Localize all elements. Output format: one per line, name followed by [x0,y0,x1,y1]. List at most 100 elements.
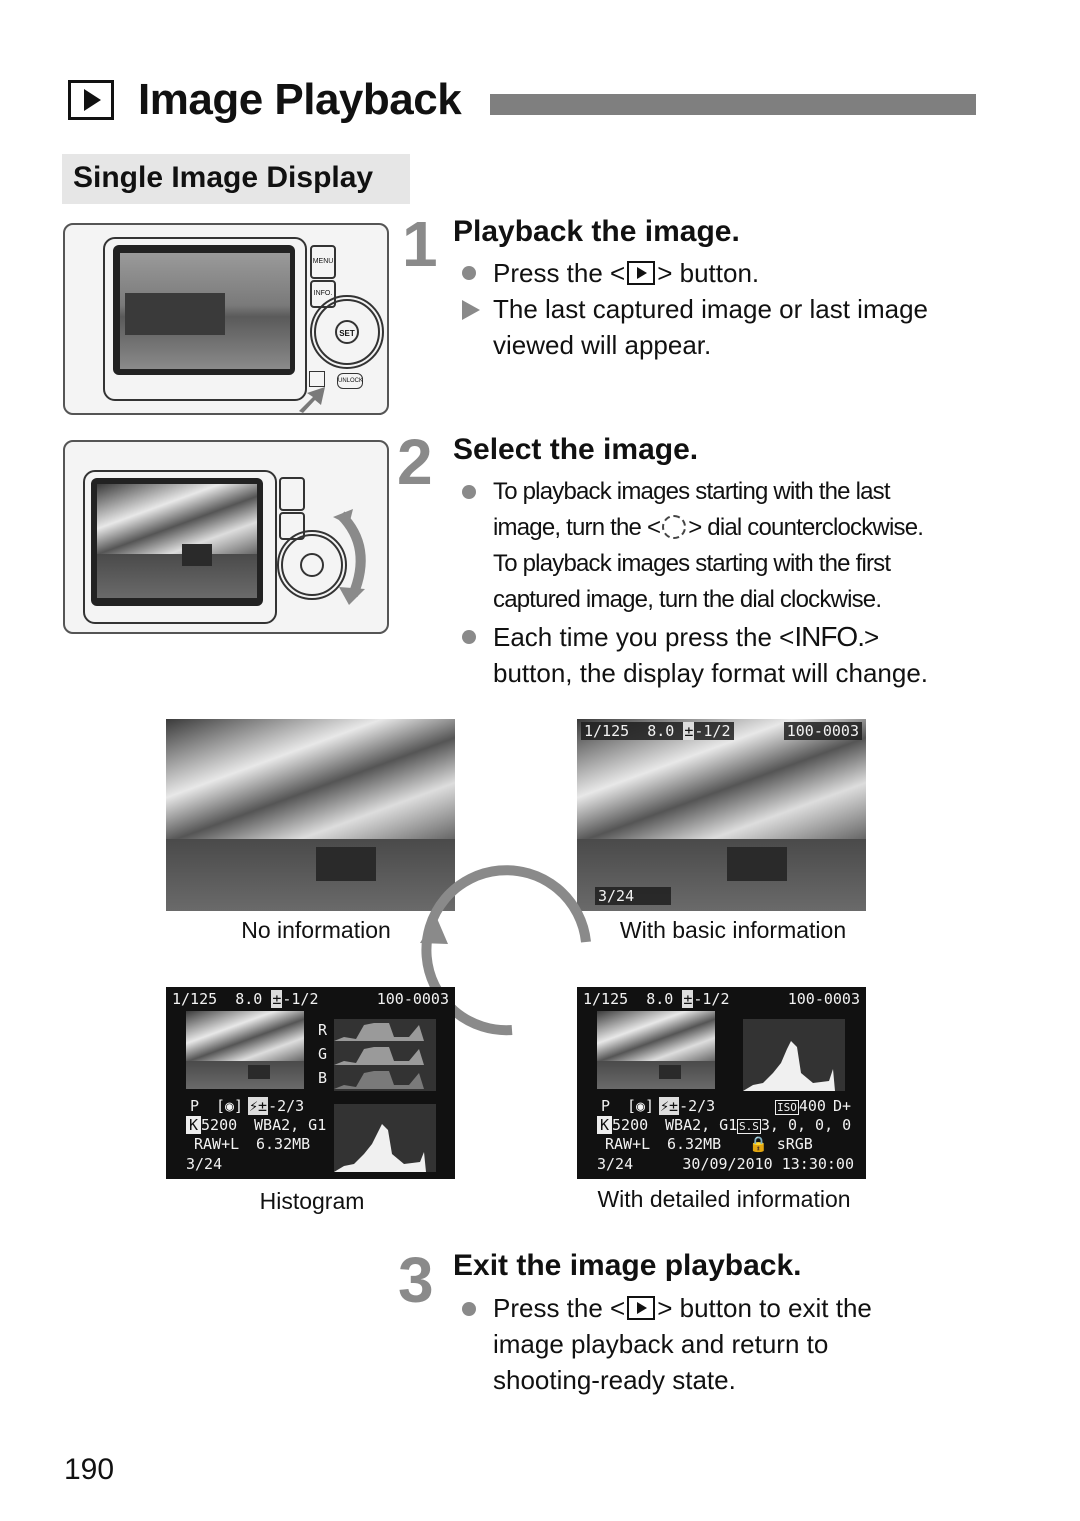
result-arrow-icon [462,300,480,320]
shutter-speed: 1/125 [584,722,630,740]
flash-comp-icon: ⚡± [248,1097,269,1115]
iso: ISO 400 [775,1097,826,1117]
osd-top-left: 1/125 8.0 ±-1/2 [581,722,734,740]
thumb-detailed-information: 1/125 8.0 ±-1/2 100-0003 P [◉] ⚡±-2/3 IS… [577,987,866,1179]
section-heading: Single Image Display [73,161,374,194]
iso-icon: ISO [775,1100,799,1115]
mini-photo [186,1011,304,1089]
flash-comp-icon: ⚡± [659,1097,680,1115]
bullet-icon [462,266,476,280]
color-temp: 5200 [201,1116,238,1134]
caption: With detailed information [597,1186,851,1212]
mini-photo [597,1011,715,1089]
title-rule [490,94,976,115]
wb-shift-value: A2, G1 [683,1116,738,1134]
color-space-value: sRGB [776,1135,813,1153]
file-number: 100-0003 [376,990,449,1008]
step-line: Press the < > button. [493,255,759,291]
shooting-mode: P [601,1097,611,1115]
step-number: 2 [397,426,433,498]
highlight-tone-priority: D+ [833,1097,852,1115]
text-before: Press the < [493,258,626,288]
channel-label: R [318,1021,328,1039]
thumb-no-information [166,719,455,911]
rgb-histogram [334,1019,436,1091]
flash-comp: ⚡±-2/3 [248,1097,304,1115]
step-line: button, the display format will change. [493,658,929,688]
camera-back-illustration-1: MENU INFO. SET UNLOCK [63,223,389,415]
aperture: 8.0 [235,990,263,1008]
white-balance: K 5200 [597,1116,648,1134]
brightness-histogram [334,1104,436,1172]
sky [166,719,455,839]
step-line: Press the < > button to exit the [493,1290,872,1326]
hut [316,847,376,881]
menu-button [279,477,305,511]
text-before: image, turn the < [493,514,661,541]
osd-top-left: 1/125 8.0 ±-1/2 [172,990,319,1008]
color-temp: 5200 [612,1116,649,1134]
picture-style-icon: S.S [737,1119,761,1134]
shooting-mode: P [190,1097,200,1115]
file-number: 100-0003 [783,722,862,740]
step-line: The last captured image or last image [493,294,928,324]
bullet-icon [462,630,476,644]
step-line: shooting-ready state. [493,1365,736,1395]
image-quality: RAW+L [194,1135,240,1153]
unlock-label: UNLOCK [338,378,364,384]
unlock-button: UNLOCK [337,373,363,389]
playback-button-icon [627,261,656,285]
kelvin-icon: K [186,1116,202,1134]
info-label: INFO. [313,290,333,297]
frame-counter: 3/24 [595,887,671,905]
bullet-icon [462,1302,476,1316]
picture-style: S.S 3, 0, 0, 0 [737,1116,851,1136]
page-title: Image Playback [138,75,462,124]
step-line: To playback images starting with the fir… [493,550,891,577]
text-after: > dial counterclockwise. [688,514,924,541]
step-line: image playback and return to [493,1329,829,1359]
text-after: > button to exit the [657,1293,872,1323]
step-line: captured image, turn the dial clockwise. [493,586,882,613]
text-before: Each time you press the < [493,622,795,652]
metering-icon: [◉] [216,1097,244,1115]
info-button-glyph: INFO. [794,621,865,652]
shutter-speed: 1/125 [583,990,629,1008]
file-number: 100-0003 [787,990,860,1008]
tram-shape [125,293,225,335]
step-number: 3 [398,1244,434,1316]
page-number: 190 [64,1453,115,1486]
step-title: Playback the image. [453,215,740,248]
exposure-comp-icon: ± [271,990,283,1008]
metering-icon: [◉] [627,1097,655,1115]
press-arrow-icon [299,387,325,413]
shutter-speed: 1/125 [172,990,218,1008]
brightness-histogram [743,1019,845,1091]
step-line: viewed will appear. [493,330,712,360]
text-before: Press the < [493,1293,626,1323]
step-number: 1 [402,208,438,280]
thumb-histogram: 1/125 8.0 ±-1/2 100-0003 R G B P [◉] ⚡±-… [166,987,455,1179]
flash-comp-value: -2/3 [679,1097,716,1115]
osd-top-left: 1/125 8.0 ±-1/2 [583,990,730,1008]
step-line: image, turn the < > dial counterclockwise… [493,510,924,546]
step-title: Exit the image playback. [453,1249,802,1282]
date-time: 30/09/2010 13:30:00 [682,1155,854,1173]
tram-photo [120,253,290,369]
playback-button-icon [627,1296,656,1320]
protect-icon: 🔒 [749,1135,768,1153]
exposure-comp-icon: ± [682,990,694,1008]
color-space: 🔒 sRGB [749,1135,813,1153]
text-after: > button. [657,258,760,288]
kelvin-icon: K [597,1116,613,1134]
step-title: Select the image. [453,433,699,466]
wb-shift: WBA2, G1 [254,1116,327,1134]
menu-button: MENU [310,245,336,279]
bullet-icon [462,485,476,499]
file-size: 6.32MB [667,1135,722,1153]
text-after: > [864,622,880,652]
file-size: 6.32MB [256,1135,311,1153]
channel-label: G [318,1045,328,1063]
white-balance: K 5200 [186,1116,237,1134]
set-button [300,553,324,577]
